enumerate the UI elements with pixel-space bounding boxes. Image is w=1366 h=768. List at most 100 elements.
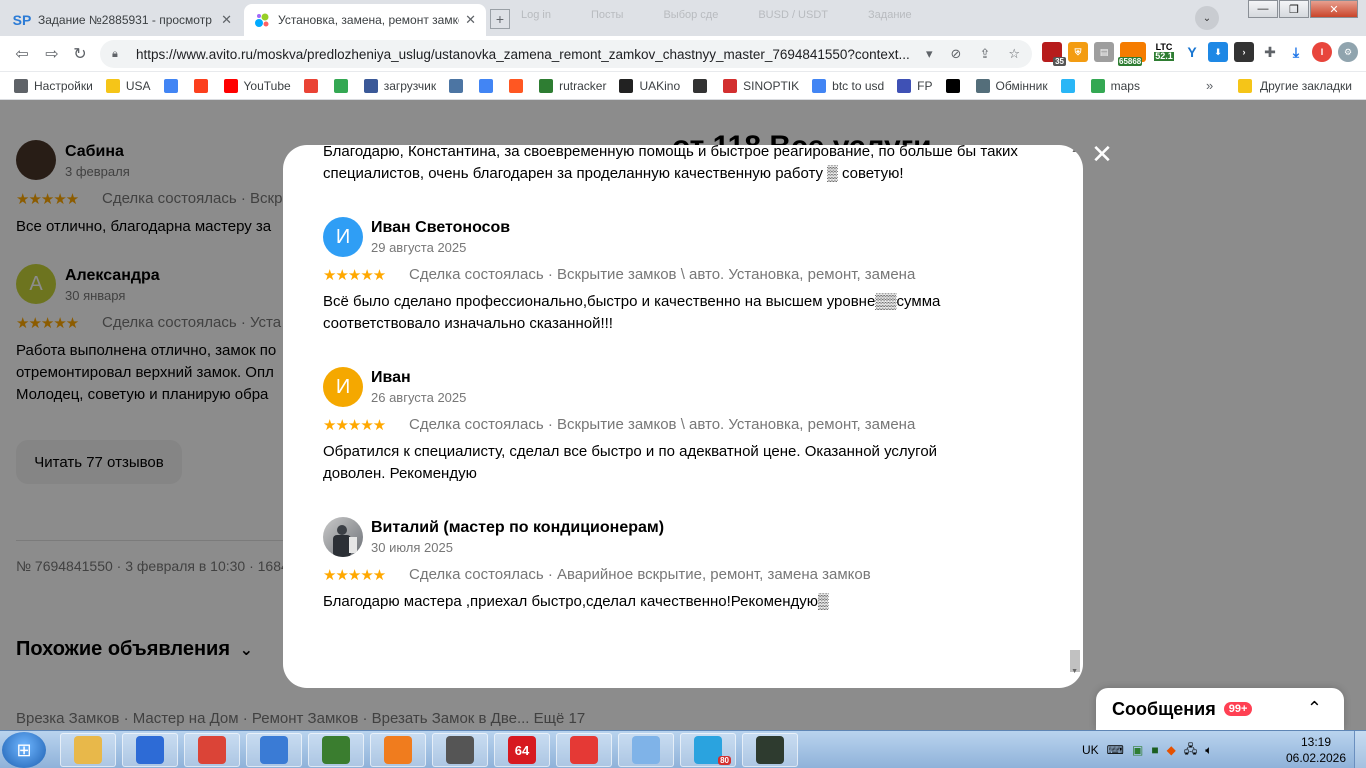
bookmark-item[interactable]: Настройки [14, 78, 93, 93]
taskbar-app[interactable] [246, 733, 302, 767]
tab-task[interactable]: SP Задание №2885931 - просмотр з ✕ [4, 4, 242, 36]
taskbar-app[interactable] [432, 733, 488, 767]
bookmark-item[interactable] [1060, 78, 1081, 93]
modal-close-button[interactable]: ✕ [1090, 139, 1114, 169]
bookmark-item[interactable]: SINOPTIK [723, 78, 799, 93]
keyboard-icon[interactable]: ⌨ [1107, 743, 1124, 757]
taskbar-app[interactable] [184, 733, 240, 767]
tray-app-icon[interactable]: ▣ [1132, 743, 1143, 757]
close-icon[interactable]: ✕ [221, 12, 232, 28]
fp-icon [897, 78, 912, 93]
bookmarks-overflow-icon[interactable]: » [1206, 78, 1213, 93]
ghost-tab[interactable]: Посты [591, 9, 623, 29]
bookmark-label: YouTube [243, 78, 291, 93]
dropdown-icon[interactable]: ▾ [926, 46, 933, 62]
taskbar-app[interactable] [618, 733, 674, 767]
reviewer-name[interactable]: Иван Светоносов [371, 219, 510, 237]
bitcoin-icon[interactable]: 65868 [1118, 42, 1146, 66]
bookmark-item[interactable] [303, 78, 324, 93]
ghost-tab[interactable]: Задание [868, 9, 912, 29]
maximize-button[interactable]: ❐ [1279, 0, 1309, 18]
tab-search-icon[interactable]: ⌄ [1195, 6, 1219, 30]
messages-widget[interactable]: Сообщения 99+ ⌃ [1096, 688, 1344, 730]
back-arrow-icon[interactable]: ⇦ [12, 44, 32, 64]
bookmark-item[interactable] [945, 78, 966, 93]
bookmark-item[interactable]: USA [105, 78, 151, 93]
taskbar-app[interactable]: 64 [494, 733, 550, 767]
profile-avatar[interactable]: I [1312, 42, 1332, 62]
avatar-photo[interactable] [323, 517, 363, 557]
avatar[interactable]: И [323, 217, 363, 257]
maps-icon [1090, 78, 1105, 93]
clock[interactable]: 13:19 06.02.2026 [1284, 734, 1348, 766]
bookmark-item[interactable] [479, 78, 499, 93]
taskbar-app[interactable] [60, 733, 116, 767]
new-tab-button[interactable]: + [490, 9, 510, 29]
bookmark-item[interactable]: YouTube [223, 78, 291, 93]
bookmark-item[interactable]: UAKino [619, 78, 680, 93]
minimize-button[interactable]: — [1248, 0, 1278, 18]
bookmark-item[interactable] [693, 78, 713, 93]
network-icon[interactable]: 🖧︎ [1184, 740, 1197, 761]
start-button[interactable]: ⊞ [2, 732, 46, 768]
downloads-icon[interactable]: ⤓ [1286, 42, 1306, 62]
bookmark-star-icon[interactable]: ☆ [1008, 46, 1020, 62]
share-icon[interactable]: ⇪ [979, 46, 990, 62]
puzzle-icon[interactable]: ✚ [1260, 42, 1280, 62]
taskbar-app[interactable] [556, 733, 612, 767]
bookmark-item[interactable] [163, 78, 184, 93]
bookmark-item[interactable]: rutracker [539, 78, 607, 93]
extension-icon[interactable]: 35 [1042, 42, 1066, 66]
ghost-tab[interactable]: BUSD / USDT [758, 9, 828, 29]
bookmark-item[interactable] [509, 78, 529, 93]
forward-arrow-icon[interactable]: ⇨ [42, 44, 62, 64]
taskbar-app[interactable] [122, 733, 178, 767]
taskbar-app[interactable]: 80 [680, 733, 736, 767]
reviewer-name[interactable]: Виталий (мастер по кондиционерам) [371, 519, 664, 537]
uakino-icon [619, 78, 634, 93]
tray-app-icon[interactable]: ◆ [1167, 743, 1176, 757]
arrow-ext-icon[interactable]: › [1234, 42, 1254, 62]
tray-app-icon[interactable]: ■ [1151, 743, 1158, 757]
volume-icon[interactable]: 🔈︎ [1205, 743, 1212, 758]
window-close-button[interactable]: ✕ [1310, 0, 1358, 18]
bookmark-label: rutracker [559, 78, 607, 93]
chevron-up-icon[interactable]: ⌃ [1307, 698, 1322, 719]
settings-gear-icon[interactable]: ⚙ [1338, 42, 1358, 62]
globe-icon [260, 736, 288, 764]
bookmark-item[interactable]: Обмінник [975, 78, 1048, 93]
youtube-icon [223, 78, 238, 93]
url-text[interactable]: https://www.avito.ru/moskva/predlozheniy… [136, 47, 926, 62]
permissions-icon[interactable]: ⊘ [951, 46, 962, 62]
modal-scrollbar[interactable] [1069, 149, 1081, 677]
bookmark-item[interactable] [333, 78, 354, 93]
taskbar-app[interactable] [308, 733, 364, 767]
bookmark-item[interactable] [193, 78, 214, 93]
bookmark-item[interactable]: FP [897, 78, 933, 93]
extension-icon[interactable]: ⛨ [1068, 42, 1088, 62]
scroll-down-arrow-icon[interactable]: ▼ [1071, 668, 1078, 675]
bookmark-item[interactable] [449, 78, 469, 93]
download-ext-icon[interactable]: ⬇ [1208, 42, 1228, 62]
tab-avito[interactable]: Установка, замена, ремонт замко ✕ [244, 4, 486, 36]
ghost-tab[interactable]: Log in [521, 9, 551, 29]
other-bookmarks[interactable]: Другие закладки [1238, 79, 1352, 93]
lock-icon[interactable]: 🔒︎ [112, 48, 126, 61]
taskbar-app[interactable] [742, 733, 798, 767]
taskbar-app[interactable] [370, 733, 426, 767]
bookmark-item[interactable]: загрузчик [363, 78, 436, 93]
language-indicator[interactable]: UK [1082, 743, 1099, 757]
reviewer-name[interactable]: Иван [371, 369, 411, 387]
extension-icon[interactable]: ▤ [1094, 42, 1114, 62]
bookmark-item[interactable]: btc to usd [812, 78, 884, 93]
vee-icon[interactable]: Y [1182, 42, 1202, 62]
scroll-up-arrow-icon[interactable]: ▲ [1071, 147, 1078, 154]
bookmark-item[interactable]: maps [1090, 78, 1140, 93]
show-desktop-button[interactable] [1354, 731, 1366, 768]
reload-icon[interactable]: ↻ [70, 44, 90, 64]
ltc-icon[interactable]: LTC 52.1 [1152, 42, 1176, 62]
close-icon[interactable]: ✕ [465, 12, 476, 28]
address-bar[interactable]: 🔒︎ https://www.avito.ru/moskva/predlozhe… [100, 40, 1032, 68]
avatar[interactable]: И [323, 367, 363, 407]
ghost-tab[interactable]: Выбор сде [663, 9, 718, 29]
